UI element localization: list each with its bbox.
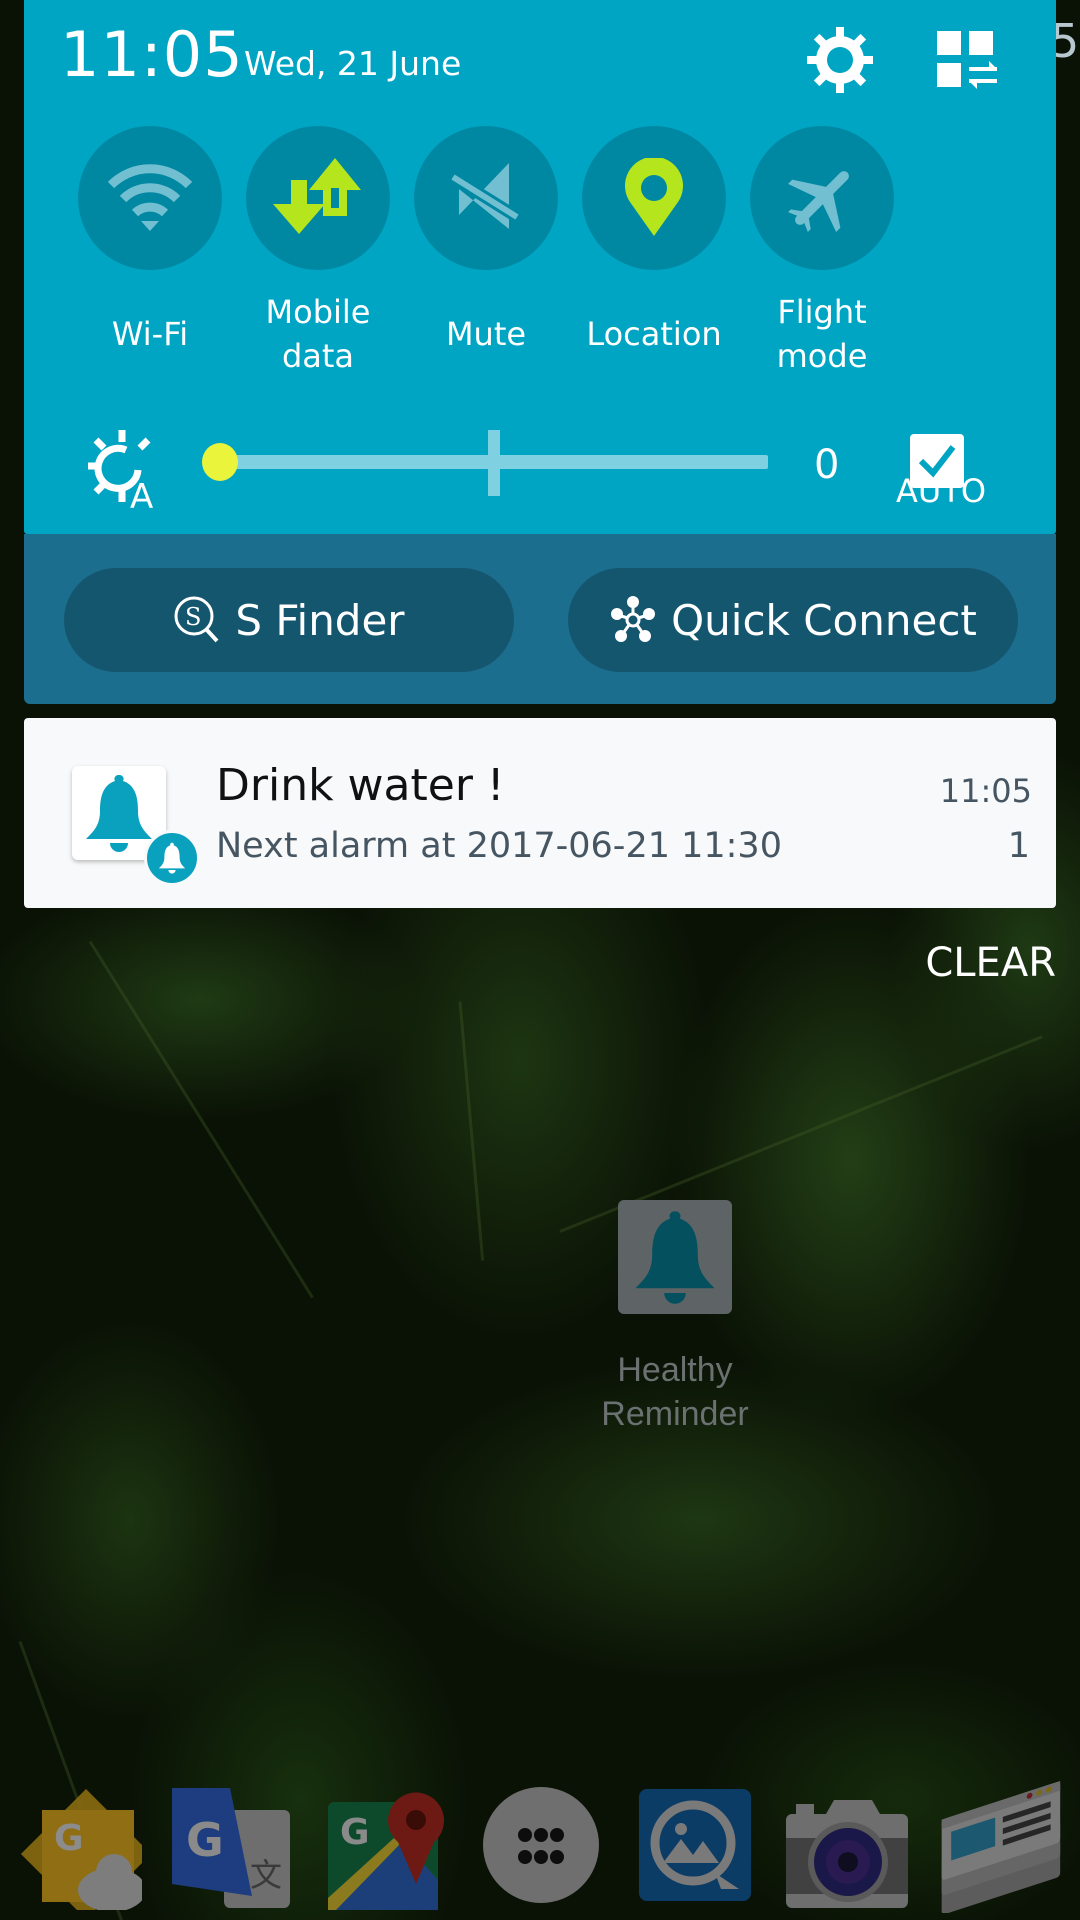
airplane-icon xyxy=(788,171,849,232)
svg-text:G: G xyxy=(54,1818,84,1859)
location-pin-icon xyxy=(625,158,683,236)
notification-time: 11:05 xyxy=(939,772,1032,810)
gallery-app[interactable] xyxy=(630,1780,760,1910)
s-finder-label: S Finder xyxy=(235,595,405,645)
quick-connect-label: Quick Connect xyxy=(671,595,977,645)
bell-icon xyxy=(635,1211,715,1304)
s-finder-icon: S xyxy=(174,596,219,643)
notification-count: 1 xyxy=(1007,826,1030,866)
toggle-mute[interactable]: Mute xyxy=(396,126,576,356)
date: Wed, 21 June xyxy=(244,44,462,83)
mobile-data-icon xyxy=(273,158,361,234)
quick-toggles: Wi-Fi Mobile data Mute Location Flight m… xyxy=(24,126,1056,376)
mute-icon xyxy=(451,163,521,229)
camera-icon xyxy=(786,1800,908,1908)
bell-icon xyxy=(86,774,152,852)
brightness-slider-thumb[interactable] xyxy=(202,443,238,481)
notification-text: Next alarm at 2017-06-21 11:30 xyxy=(216,826,782,866)
notification-title: Drink water ! xyxy=(216,760,505,811)
settings-button[interactable] xyxy=(802,22,878,98)
svg-text:G: G xyxy=(340,1812,370,1853)
toggle-label: Location xyxy=(586,315,722,353)
clock: 11:05 xyxy=(60,18,244,91)
grid-edit-icon xyxy=(937,31,997,89)
toggle-label: Mobile data xyxy=(265,293,371,375)
gear-icon xyxy=(807,27,873,93)
camera-app[interactable] xyxy=(782,1780,912,1910)
svg-text:G: G xyxy=(186,1813,224,1867)
apps-grid-icon xyxy=(483,1787,599,1903)
notification-card[interactable]: Drink water ! Next alarm at 2017-06-21 1… xyxy=(24,718,1056,908)
maps-icon: G xyxy=(328,1792,444,1910)
app-dock: G G 文 G xyxy=(0,1770,1080,1920)
brightness-slider-midmark xyxy=(488,430,500,496)
auto-label: AUTO xyxy=(896,472,987,510)
svg-text:S: S xyxy=(185,603,201,631)
bell-icon xyxy=(158,842,186,874)
quick-settings-panel: 11:05 Wed, 21 June Wi-Fi Mobile data Mut… xyxy=(24,0,1056,534)
weather-app[interactable]: G xyxy=(12,1780,142,1910)
toggle-flight-mode[interactable]: Flight mode xyxy=(732,126,912,378)
svg-text:A: A xyxy=(130,477,153,510)
s-finder-button[interactable]: S S Finder xyxy=(64,568,514,672)
toggle-wifi[interactable]: Wi-Fi xyxy=(60,126,240,356)
browser-stack-icon xyxy=(941,1781,1061,1913)
apps-drawer[interactable] xyxy=(476,1780,606,1910)
brightness-value: 0 xyxy=(814,442,840,488)
panel-buttons: S S Finder Quick Connect xyxy=(24,534,1056,704)
app-label: Healthy Reminder xyxy=(601,1351,749,1433)
notification-badge xyxy=(144,830,200,886)
quick-connect-icon xyxy=(611,596,656,642)
toggle-location[interactable]: Location xyxy=(564,126,744,356)
toggle-label: Flight mode xyxy=(776,293,868,375)
toggle-mobile-data[interactable]: Mobile data xyxy=(228,126,408,378)
clear-button[interactable]: CLEAR xyxy=(925,940,1056,986)
translate-icon: G 文 xyxy=(172,1788,290,1908)
healthy-reminder-icon xyxy=(618,1200,732,1314)
auto-brightness-icon: A xyxy=(86,430,166,517)
svg-text:文: 文 xyxy=(250,1856,282,1894)
quick-connect-button[interactable]: Quick Connect xyxy=(568,568,1018,672)
wifi-icon xyxy=(107,164,193,231)
maps-app[interactable]: G xyxy=(322,1780,452,1910)
brightness-control: A 0 AUTO xyxy=(24,420,1056,517)
toggle-label: Wi-Fi xyxy=(111,315,189,353)
toggle-label: Mute xyxy=(445,315,527,353)
gallery-icon xyxy=(639,1789,751,1901)
healthy-reminder-app[interactable]: Healthy Reminder xyxy=(590,1200,760,1436)
edit-quick-settings-button[interactable] xyxy=(930,22,1006,98)
translate-app[interactable]: G 文 xyxy=(166,1780,296,1910)
browser-app[interactable] xyxy=(934,1780,1064,1913)
weather-icon: G xyxy=(20,1788,142,1910)
